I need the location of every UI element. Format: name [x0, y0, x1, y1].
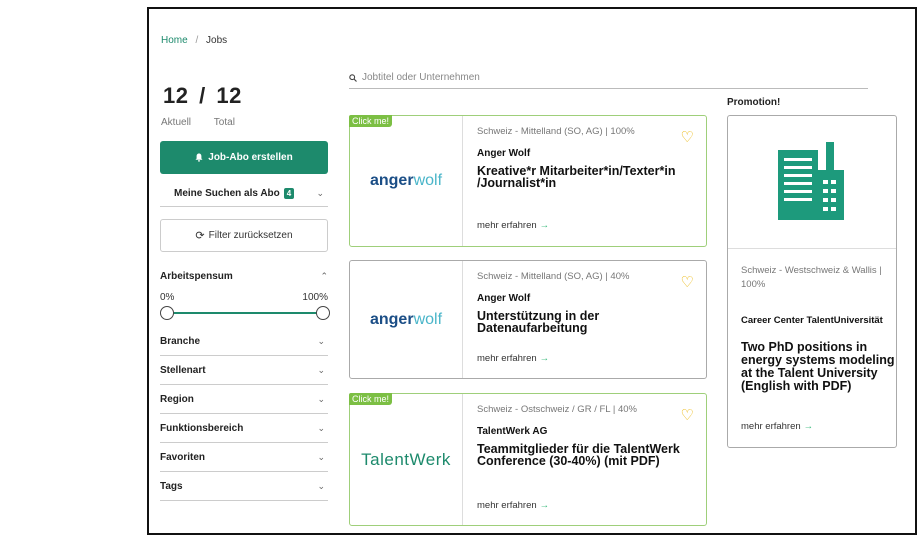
reset-filters-button[interactable]: ⟳ Filter zurücksetzen [160, 219, 328, 252]
search-placeholder: Jobtitel oder Unternehmen [362, 72, 480, 83]
pensum-slider-min-handle[interactable] [160, 306, 174, 320]
chevron-down-icon: ⌄ [317, 364, 325, 375]
pensum-range-labels: 0% 100% [160, 292, 328, 303]
chevron-down-icon: ⌄ [317, 393, 325, 404]
job-meta: Schweiz - Mittelland (SO, AG) | 40% [477, 271, 630, 282]
job-title[interactable]: Teammitglieder für die TalentWerk Confer… [477, 443, 696, 468]
breadcrumb: Home / Jobs [161, 35, 227, 46]
pensum-min-label: 0% [160, 292, 175, 303]
job-company: TalentWerk AG [477, 426, 548, 437]
breadcrumb-separator: / [195, 35, 199, 46]
arrow-right-icon: → [539, 353, 550, 364]
job-title[interactable]: Unterstützung in der Datenaufarbeitung [477, 310, 696, 335]
promotion-company: Career Center TalentUniversität [741, 315, 883, 326]
filter-branche-label: Branche [160, 335, 201, 347]
promotion-card[interactable]: Schweiz - Westschweiz & Wallis | 100% Ca… [727, 115, 897, 448]
job-card[interactable]: angerwolf ♡ Schweiz - Mittelland (SO, AG… [349, 260, 707, 379]
job-card[interactable]: Click me! TalentWerk ♡ Schweiz - Ostschw… [349, 393, 707, 526]
chevron-down-icon: ⌄ [316, 188, 324, 198]
filter-funktionsbereich[interactable]: Funktionsbereich ⌄ [160, 414, 328, 443]
promotion-meta: Schweiz - Westschweiz & Wallis | 100% [741, 265, 882, 290]
job-card-body: Schweiz - Mittelland (SO, AG) | 100% Ang… [477, 126, 696, 189]
counter-current: 12 [163, 83, 189, 108]
job-abo-button[interactable]: Job-Abo erstellen [160, 141, 328, 174]
filter-favoriten-label: Favoriten [160, 451, 206, 463]
arrow-right-icon: → [539, 500, 550, 511]
search-icon [349, 73, 357, 82]
logo-anger-wolf: angerwolf [369, 172, 443, 189]
counter-total-label: Total [213, 117, 235, 128]
building-icon [778, 142, 844, 220]
filter-favoriten[interactable]: Favoriten ⌄ [160, 443, 328, 472]
breadcrumb-home-link[interactable]: Home [161, 35, 188, 46]
filter-branche[interactable]: Branche ⌄ [160, 327, 328, 356]
job-company: Anger Wolf [477, 148, 531, 159]
chevron-down-icon: ⌄ [317, 335, 325, 346]
pensum-slider-track[interactable] [166, 312, 322, 314]
filter-stellenart[interactable]: Stellenart ⌄ [160, 356, 328, 385]
reset-filters-label: Filter zurücksetzen [208, 230, 293, 241]
company-logo: angerwolf [350, 116, 463, 246]
counter-separator: / [199, 83, 206, 108]
job-abo-button-label: Job-Abo erstellen [208, 152, 293, 163]
breadcrumb-current: Jobs [206, 35, 228, 46]
logo-anger-wolf: angerwolf [369, 310, 443, 328]
counter-labels: Aktuell Total [161, 117, 235, 128]
job-meta: Schweiz - Ostschweiz / GR / FL | 40% [477, 404, 637, 415]
logo-talentwerk: TalentWerk [361, 449, 451, 469]
job-title[interactable]: Kreative*r Mitarbeiter*in/Texter*in /Jou… [477, 165, 696, 190]
job-meta: Schweiz - Mittelland (SO, AG) | 100% [477, 126, 635, 137]
my-searches-label: Meine Suchen als Abo [174, 188, 280, 199]
chevron-down-icon: ⌄ [317, 422, 325, 433]
chevron-down-icon: ⌄ [317, 451, 325, 462]
promotion-heading: Promotion! [727, 97, 781, 108]
company-logo: TalentWerk [350, 394, 463, 525]
filter-stellenart-label: Stellenart [160, 364, 206, 376]
reset-icon: ⟳ [195, 230, 205, 242]
jobs-page: Home / Jobs 12 / 12 Aktuell Total Job-Ab… [147, 7, 917, 535]
bell-icon [195, 153, 203, 162]
filter-tags[interactable]: Tags ⌄ [160, 472, 328, 501]
my-searches-count-badge: 4 [283, 188, 295, 199]
chevron-up-icon: ⌃ [320, 271, 328, 281]
job-card-body: Schweiz - Ostschweiz / GR / FL | 40% Tal… [477, 404, 696, 467]
filter-pensum-header[interactable]: Arbeitspensum ⌃ [160, 271, 328, 282]
job-counter: 12 / 12 [163, 83, 242, 109]
my-searches-label-wrap: Meine Suchen als Abo 4 [174, 188, 295, 199]
filter-funktionsbereich-label: Funktionsbereich [160, 422, 244, 434]
more-link[interactable]: mehr erfahren → [477, 220, 549, 231]
more-link[interactable]: mehr erfahren → [477, 353, 549, 364]
promotion-more-link[interactable]: mehr erfahren → [741, 421, 813, 432]
search-input[interactable]: Jobtitel oder Unternehmen [349, 67, 868, 89]
arrow-right-icon: → [539, 220, 550, 231]
filter-pensum-label: Arbeitspensum [160, 271, 233, 282]
filter-region-label: Region [160, 393, 194, 405]
pensum-max-label: 100% [302, 292, 328, 303]
job-company: Anger Wolf [477, 293, 531, 304]
more-link[interactable]: mehr erfahren → [477, 500, 549, 511]
counter-total: 12 [216, 83, 242, 108]
filter-tags-label: Tags [160, 480, 183, 492]
job-card[interactable]: Click me! angerwolf ♡ Schweiz - Mittella… [349, 115, 707, 247]
company-logo: angerwolf [350, 261, 463, 378]
arrow-right-icon: → [803, 421, 814, 432]
my-searches-dropdown[interactable]: Meine Suchen als Abo 4 ⌄ [160, 181, 328, 207]
promotion-image [728, 116, 896, 249]
promotion-title[interactable]: Two PhD positions in energy systems mode… [741, 341, 896, 393]
chevron-down-icon: ⌄ [317, 480, 325, 491]
job-card-body: Schweiz - Mittelland (SO, AG) | 40% Ange… [477, 271, 696, 334]
filter-region[interactable]: Region ⌄ [160, 385, 328, 414]
pensum-slider-max-handle[interactable] [316, 306, 330, 320]
counter-current-label: Aktuell [161, 117, 192, 128]
